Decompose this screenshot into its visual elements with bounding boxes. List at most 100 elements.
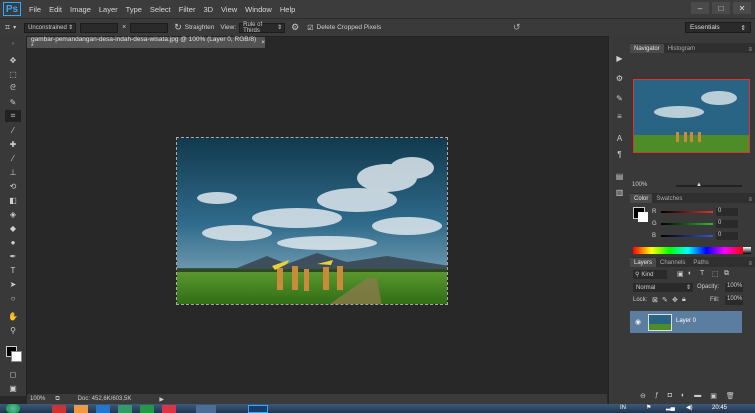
taskbar-app[interactable]	[96, 405, 110, 413]
taskbar-app[interactable]	[162, 405, 176, 413]
close-button[interactable]: ✕	[733, 2, 751, 14]
menu-view[interactable]: View	[221, 5, 237, 14]
start-button[interactable]	[6, 404, 20, 413]
hand-tool-icon[interactable]: ✋	[5, 310, 21, 322]
b-value-field[interactable]: 0	[716, 232, 738, 240]
properties-icon[interactable]: ▤	[612, 170, 627, 182]
filter-pixel-icon[interactable]: ▣	[677, 270, 684, 278]
taskbar-app-photoshop[interactable]	[248, 405, 268, 413]
navigator-preview[interactable]	[633, 79, 750, 153]
layer-row[interactable]: ◉ Layer 0	[630, 311, 742, 333]
menu-layer[interactable]: Layer	[99, 5, 118, 14]
taskbar-app[interactable]	[140, 405, 154, 413]
panel-menu-icon[interactable]: ≡	[748, 47, 752, 53]
move-tool-icon[interactable]: ✥	[5, 54, 21, 66]
taskbar-app[interactable]	[52, 405, 66, 413]
eraser-tool-icon[interactable]: ◧	[5, 194, 21, 206]
link-layers-icon[interactable]: ⊖	[640, 392, 646, 402]
reset-icon[interactable]: ↺	[513, 22, 521, 33]
taskbar-app[interactable]	[118, 405, 132, 413]
brush-tool-icon[interactable]: ⁄	[5, 152, 21, 164]
navigator-zoom[interactable]: 100%	[632, 182, 647, 188]
taskbar-app[interactable]	[74, 405, 88, 413]
panel-menu-icon[interactable]: ≡	[748, 197, 752, 203]
navigator-zoom-slider[interactable]	[676, 185, 742, 187]
eyedropper-tool-icon[interactable]: ⁄	[5, 124, 21, 136]
blend-mode-select[interactable]: Normal ⇕	[633, 283, 693, 292]
tab-histogram[interactable]: Histogram	[664, 44, 699, 53]
filter-adjustment-icon[interactable]: ◐	[688, 270, 692, 277]
zoom-level[interactable]: 100%	[30, 396, 45, 402]
export-icon[interactable]: ⧉	[55, 396, 59, 403]
g-value-field[interactable]: 0	[716, 220, 738, 228]
crop-tool-icon[interactable]: ⌗	[5, 110, 21, 122]
lock-image-icon[interactable]: ✎	[662, 296, 668, 304]
crop-tool-icon[interactable]: ⌗	[5, 22, 10, 33]
maximize-button[interactable]: □	[712, 2, 730, 14]
menu-edit[interactable]: Edit	[49, 5, 62, 14]
tray-volume-icon[interactable]: ◀)	[686, 404, 693, 411]
r-slider[interactable]	[661, 211, 713, 213]
lock-position-icon[interactable]: ✥	[672, 296, 678, 304]
character-icon[interactable]: A	[612, 132, 627, 144]
document-tab[interactable]: gambar-pemandangan-desa-indah-desa-wisat…	[27, 36, 265, 50]
color-spectrum-bar[interactable]	[633, 247, 743, 254]
paragraph-icon[interactable]: ¶	[612, 148, 627, 160]
filter-smart-object-icon[interactable]: ⧉	[724, 270, 729, 278]
tray-flag-icon[interactable]: ⚑	[646, 404, 651, 411]
history-icon[interactable]: ⚙	[612, 72, 627, 84]
history-brush-tool-icon[interactable]: ⟲	[5, 180, 21, 192]
view-overlay-select[interactable]: Rule of Thirds ⇕	[239, 22, 286, 34]
adjustments-icon[interactable]: ≡	[612, 110, 627, 122]
menu-filter[interactable]: Filter	[179, 5, 196, 14]
menu-select[interactable]: Select	[150, 5, 171, 14]
taskbar-app[interactable]	[196, 405, 216, 413]
rotate-icon[interactable]: ↻	[174, 22, 182, 33]
brush-presets-icon[interactable]: ✎	[612, 92, 627, 104]
color-spectrum-bw[interactable]	[743, 247, 751, 254]
crop-width-input[interactable]	[80, 22, 119, 33]
paint-bucket-tool-icon[interactable]: ◈	[5, 208, 21, 220]
info-icon[interactable]: ▥	[612, 186, 627, 198]
zoom-tool-icon[interactable]: ⚲	[5, 324, 21, 336]
clock[interactable]: 20:45	[712, 405, 727, 411]
clone-stamp-tool-icon[interactable]: ⊥	[5, 166, 21, 178]
settings-gear-icon[interactable]: ⚙	[291, 22, 299, 33]
panel-menu-icon[interactable]: ≡	[748, 261, 752, 267]
delete-cropped-checkbox[interactable]: ☑	[307, 24, 313, 32]
tool-preset-dropdown-icon[interactable]: ▾	[13, 24, 16, 31]
crop-height-input[interactable]	[130, 22, 169, 33]
screen-mode-icon[interactable]: ▣	[5, 382, 21, 394]
menu-3d[interactable]: 3D	[203, 5, 213, 14]
tab-layers[interactable]: Layers	[630, 258, 657, 267]
menu-window[interactable]: Window	[245, 5, 272, 14]
group-icon[interactable]: ▬	[694, 392, 701, 402]
status-arrow-icon[interactable]: ▶	[159, 396, 164, 403]
lasso-tool-icon[interactable]: ᘓ	[5, 82, 21, 94]
ratio-select[interactable]: Unconstrained ⇕	[24, 22, 77, 33]
lock-transparent-icon[interactable]: ⊠	[652, 296, 658, 304]
healing-brush-tool-icon[interactable]: ✚	[5, 138, 21, 150]
b-slider[interactable]	[661, 235, 713, 237]
tab-channels[interactable]: Channels	[656, 258, 689, 267]
workspace-select[interactable]: Essentials ⇕	[685, 22, 751, 33]
close-tab-icon[interactable]: ×	[261, 39, 265, 46]
swap-dimensions-label[interactable]: ×	[122, 24, 126, 31]
dodge-tool-icon[interactable]: ●	[5, 236, 21, 248]
menu-type[interactable]: Type	[126, 5, 142, 14]
eye-icon[interactable]: ◉	[635, 318, 641, 326]
layer-mask-icon[interactable]: ◘	[668, 392, 672, 402]
lock-all-icon[interactable]: 🔒︎	[682, 296, 686, 304]
new-layer-icon[interactable]: ▣	[710, 392, 717, 402]
opacity-field[interactable]: 100%	[725, 283, 743, 292]
marquee-tool-icon[interactable]: ⬚	[5, 68, 21, 80]
menu-file[interactable]: File	[29, 5, 41, 14]
adjustment-layer-icon[interactable]: ◐	[681, 392, 685, 402]
quick-selection-tool-icon[interactable]: ✎	[5, 96, 21, 108]
blur-tool-icon[interactable]: ◆	[5, 222, 21, 234]
tab-swatches[interactable]: Swatches	[652, 194, 686, 203]
layer-filter-kind[interactable]: ⚲ Kind	[633, 270, 667, 279]
filter-type-icon[interactable]: T	[700, 270, 704, 277]
menu-image[interactable]: Image	[70, 5, 91, 14]
keyboard-language[interactable]: IN	[620, 405, 626, 411]
